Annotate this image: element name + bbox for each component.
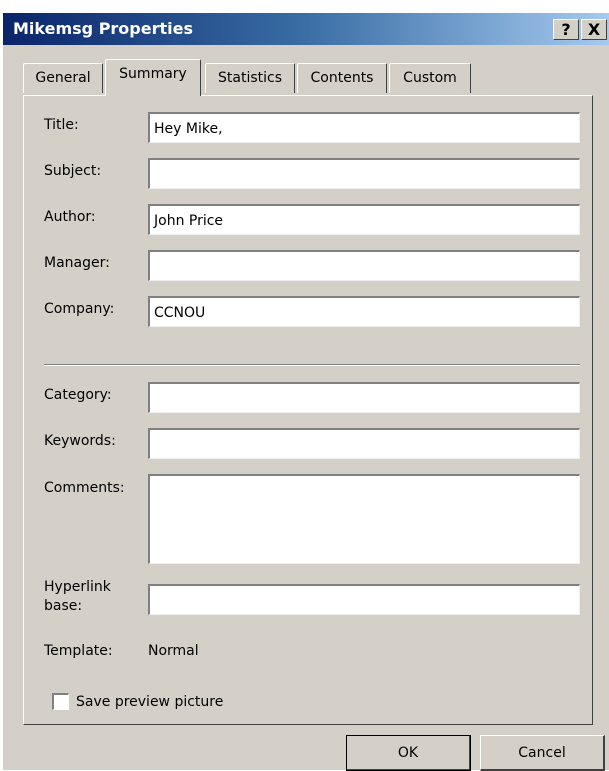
- tab-contents[interactable]: Contents: [297, 63, 387, 93]
- close-button[interactable]: X: [581, 19, 607, 40]
- manager-label: Manager:: [44, 255, 110, 271]
- title-label: Title:: [44, 117, 79, 133]
- company-field[interactable]: CCNOU: [148, 296, 580, 327]
- template-value: Normal: [148, 643, 199, 659]
- company-label: Company:: [44, 301, 115, 317]
- manager-field[interactable]: [148, 250, 580, 281]
- hyperlink-base-field[interactable]: [148, 584, 580, 615]
- author-label: Author:: [44, 209, 96, 225]
- template-label: Template:: [44, 643, 113, 659]
- comments-field[interactable]: [148, 474, 580, 564]
- ok-button[interactable]: OK: [346, 735, 471, 771]
- title-bar[interactable]: Mikemsg Properties ? X: [3, 13, 609, 45]
- tab-custom[interactable]: Custom: [389, 63, 471, 93]
- cancel-button[interactable]: Cancel: [480, 735, 605, 771]
- summary-panel: Title: Hey Mike, Subject: Author: John P…: [23, 95, 593, 725]
- tab-summary[interactable]: Summary: [105, 59, 201, 96]
- category-field[interactable]: [148, 382, 580, 413]
- window-title: Mikemsg Properties: [13, 19, 193, 38]
- hyperlink-label-line2: base:: [44, 598, 83, 614]
- separator: [44, 364, 580, 366]
- title-field[interactable]: Hey Mike,: [148, 112, 580, 143]
- keywords-label: Keywords:: [44, 433, 116, 449]
- comments-label: Comments:: [44, 480, 125, 496]
- keywords-field[interactable]: [148, 428, 580, 459]
- save-preview-label[interactable]: Save preview picture: [76, 693, 223, 711]
- author-field[interactable]: John Price: [148, 204, 580, 235]
- hyperlink-label-line1: Hyperlink: [44, 579, 111, 595]
- tab-statistics[interactable]: Statistics: [205, 63, 295, 93]
- save-preview-checkbox[interactable]: [52, 693, 69, 710]
- properties-dialog: Mikemsg Properties ? X General Summary S…: [2, 12, 609, 771]
- tab-general[interactable]: General: [23, 63, 103, 93]
- category-label: Category:: [44, 387, 112, 403]
- subject-label: Subject:: [44, 163, 102, 179]
- help-button[interactable]: ?: [553, 19, 579, 40]
- subject-field[interactable]: [148, 158, 580, 189]
